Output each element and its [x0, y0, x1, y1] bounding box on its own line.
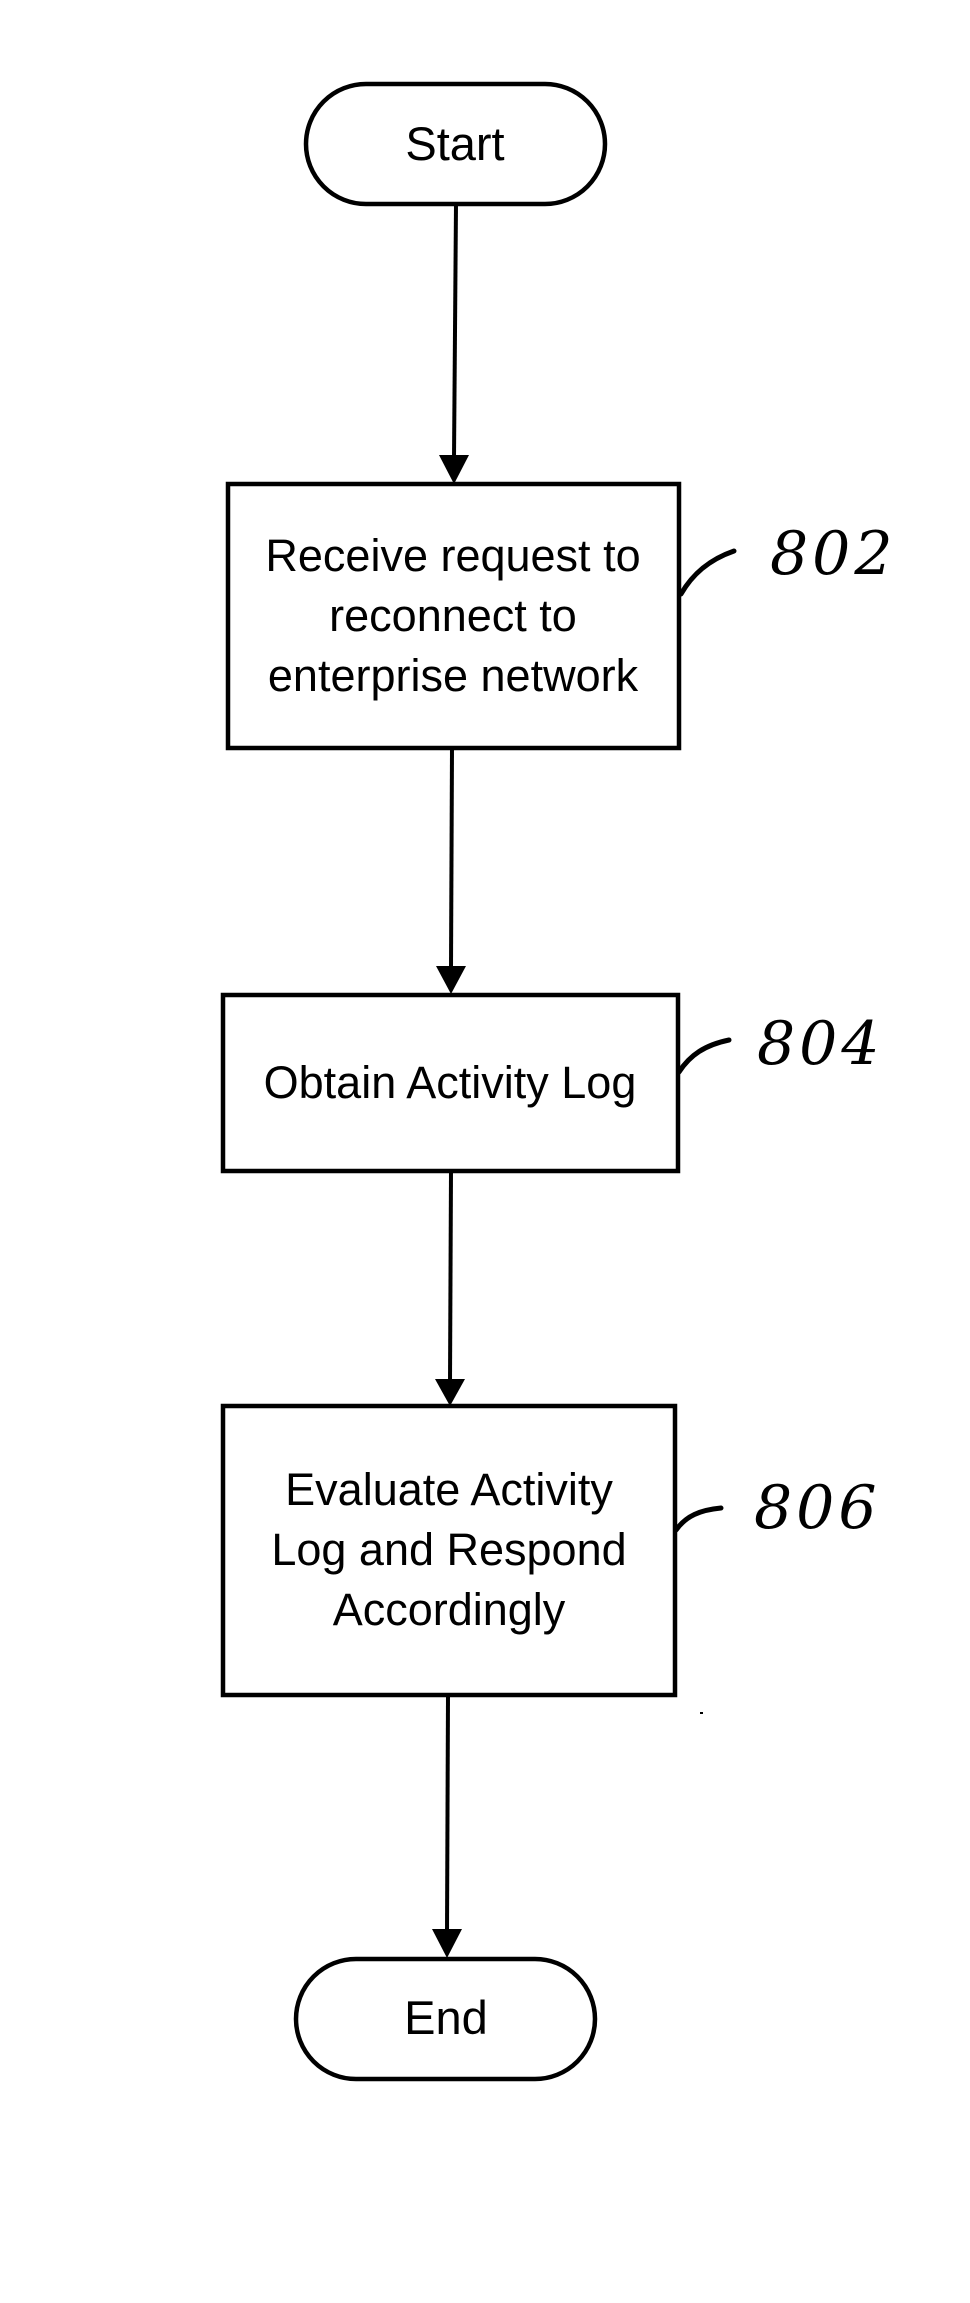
scan-speck	[700, 1712, 703, 1714]
process-node-806: Evaluate Activity Log and Respond Accord…	[220, 1403, 881, 1698]
reference-numeral-804: 804	[757, 1009, 884, 1079]
arrow-shaft	[452, 203, 458, 459]
arrow-802-to-804	[436, 747, 466, 994]
process-806-line-1: Evaluate Activity	[285, 1464, 613, 1515]
arrowhead-icon	[435, 1379, 465, 1406]
arrow-806-to-end	[432, 1694, 462, 1958]
arrow-804-to-806	[435, 1170, 465, 1406]
process-802-line-3: enterprise network	[268, 650, 639, 701]
reference-leader-806	[673, 1505, 724, 1533]
start-node: Start	[303, 81, 608, 207]
arrowhead-icon	[436, 966, 466, 994]
process-node-804: Obtain Activity Log 804	[220, 992, 884, 1174]
reference-numeral-802: 802	[770, 519, 897, 589]
process-806-line-2: Log and Respond	[271, 1524, 626, 1575]
process-802-line-2: reconnect to	[329, 590, 577, 641]
arrow-shaft	[445, 1694, 450, 1933]
arrowhead-icon	[439, 455, 469, 484]
process-node-802: Receive request to reconnect to enterpri…	[225, 481, 897, 751]
flowchart: Start Receive request to reconnect to en…	[220, 81, 897, 2082]
process-804-line-1: Obtain Activity Log	[264, 1057, 637, 1108]
arrowhead-icon	[432, 1929, 462, 1958]
reference-leader-802	[678, 548, 737, 597]
reference-numeral-806: 806	[754, 1473, 881, 1543]
arrow-shaft	[448, 1170, 453, 1383]
process-806-line-3: Accordingly	[333, 1584, 566, 1635]
end-label: End	[404, 1991, 488, 2044]
arrow-shaft	[449, 747, 454, 969]
reference-leader-804	[676, 1037, 732, 1075]
arrow-start-to-802	[439, 203, 469, 484]
process-802-line-1: Receive request to	[265, 530, 640, 581]
end-node: End	[293, 1956, 598, 2082]
start-label: Start	[405, 117, 504, 170]
